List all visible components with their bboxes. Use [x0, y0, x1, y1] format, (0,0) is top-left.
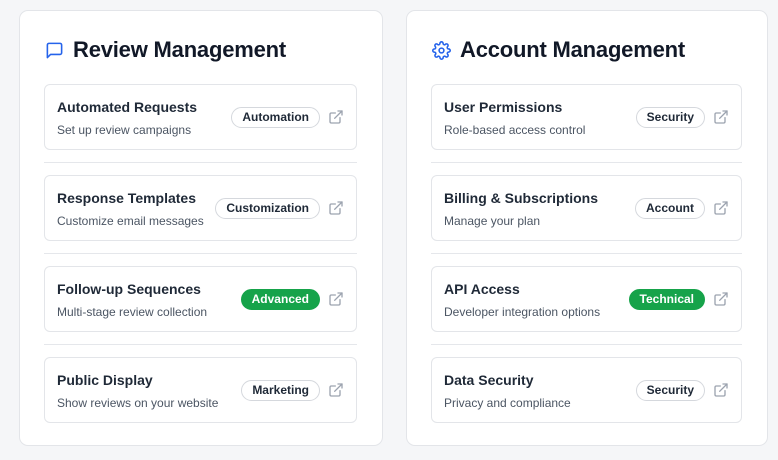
category-badge: Security — [635, 107, 705, 128]
divider — [431, 253, 742, 254]
panel-title: Account Management — [460, 37, 685, 62]
item-subtitle: Set up review campaigns — [57, 123, 192, 137]
category-badge: Customization — [215, 198, 320, 219]
category-badge: Automation — [231, 107, 320, 128]
item-title: User Permissions — [444, 99, 563, 115]
external-link-icon[interactable] — [713, 109, 729, 125]
external-link-icon[interactable] — [713, 382, 729, 398]
item-title: Automated Requests — [57, 99, 198, 115]
external-link-icon[interactable] — [328, 200, 344, 216]
list-item-billing-subscriptions[interactable]: Billing & Subscriptions Manage your plan… — [431, 175, 742, 241]
divider — [44, 162, 357, 163]
message-square-icon — [44, 40, 64, 60]
item-subtitle: Role-based access control — [444, 123, 586, 137]
item-title: API Access — [444, 281, 520, 297]
item-title: Follow-up Sequences — [57, 281, 201, 297]
item-subtitle: Privacy and compliance — [444, 396, 571, 410]
external-link-icon[interactable] — [328, 291, 344, 307]
external-link-icon[interactable] — [328, 109, 344, 125]
item-subtitle: Show reviews on your website — [57, 396, 219, 410]
panel-title: Review Management — [73, 37, 287, 62]
panel-header: Review Management — [44, 35, 286, 65]
list-item-data-security[interactable]: Data Security Privacy and compliance Sec… — [431, 357, 742, 423]
external-link-icon[interactable] — [328, 382, 344, 398]
review-management-panel: Review Management Automated Requests Set… — [19, 10, 383, 446]
divider — [431, 344, 742, 345]
divider — [44, 344, 357, 345]
page: Review Management Automated Requests Set… — [0, 0, 778, 460]
item-subtitle: Developer integration options — [444, 305, 601, 319]
item-title: Public Display — [57, 372, 153, 388]
item-title: Billing & Subscriptions — [444, 190, 599, 206]
list-item-api-access[interactable]: API Access Developer integration options… — [431, 266, 742, 332]
feature-list: User Permissions Role-based access contr… — [431, 84, 742, 423]
category-badge: Marketing — [241, 380, 320, 401]
gear-icon — [431, 40, 451, 60]
item-subtitle: Manage your plan — [444, 214, 541, 228]
divider — [44, 253, 357, 254]
external-link-icon[interactable] — [713, 200, 729, 216]
list-item-public-display[interactable]: Public Display Show reviews on your webs… — [44, 357, 357, 423]
list-item-response-templates[interactable]: Response Templates Customize email messa… — [44, 175, 357, 241]
category-badge: Security — [635, 380, 705, 401]
panel-header: Account Management — [431, 35, 685, 65]
account-management-panel: Account Management User Permissions Role… — [406, 10, 768, 446]
list-item-automated-requests[interactable]: Automated Requests Set up review campaig… — [44, 84, 357, 150]
feature-list: Automated Requests Set up review campaig… — [44, 84, 357, 423]
list-item-user-permissions[interactable]: User Permissions Role-based access contr… — [431, 84, 742, 150]
item-title: Data Security — [444, 372, 534, 388]
category-badge: Account — [635, 198, 705, 219]
item-subtitle: Multi-stage review collection — [57, 305, 208, 319]
item-title: Response Templates — [57, 190, 197, 206]
list-item-follow-up-sequences[interactable]: Follow-up Sequences Multi-stage review c… — [44, 266, 357, 332]
item-subtitle: Customize email messages — [57, 214, 204, 228]
category-badge: Technical — [628, 289, 705, 310]
divider — [431, 162, 742, 163]
external-link-icon[interactable] — [713, 291, 729, 307]
category-badge: Advanced — [240, 289, 320, 310]
